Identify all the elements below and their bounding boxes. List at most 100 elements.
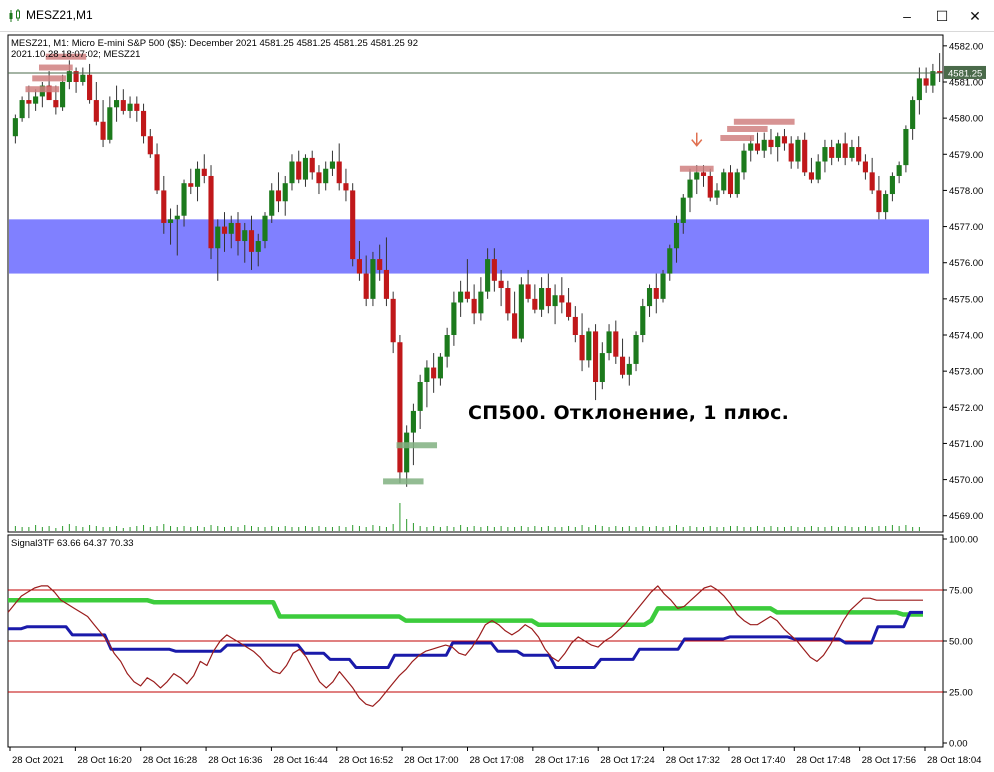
level-marker [396,442,438,449]
current-price-label: 4581.25 [948,68,982,79]
chart-header-symbol: MESZ21, M1: Micro E-mini S&P 500 ($5): D… [11,38,418,49]
candle-body [532,298,538,310]
candle-body [424,367,430,382]
candle-body [316,172,322,184]
minimize-button[interactable]: – [890,0,924,32]
price-axis-label: 4569.00 [949,511,983,522]
candle-body [775,136,781,148]
candle-body [856,147,862,162]
candle-body [754,143,761,151]
candle-body [370,259,376,299]
candle-body [471,298,477,314]
candle-body [356,259,363,274]
close-button[interactable]: ✕ [958,0,992,32]
price-chart-pane[interactable]: MESZ21, M1: Micro E-mini S&P 500 ($5): D… [7,34,986,533]
price-axis-label: 4580.00 [949,114,983,125]
maximize-button[interactable]: ☐ [925,0,959,32]
candle-body [302,157,309,180]
candle-body [181,183,187,216]
candle-body [505,288,511,314]
candle-body [910,100,916,129]
candle-body [916,78,922,101]
candle-body [883,194,889,213]
candle-body [525,284,531,299]
time-axis-label: 28 Oct 17:40 [731,755,785,766]
candle-body [579,335,585,361]
candle-body [869,172,875,191]
price-axis-label: 4572.00 [949,403,983,414]
annotation-text: СП500. Отклонение, 1 плюс. [468,402,790,424]
window-titlebar: MESZ21,M1 – ☐ ✕ [0,0,994,32]
candle-body [781,136,788,144]
time-axis-label: 28 Oct 18:04 [927,755,981,766]
candle-body [633,335,639,364]
candle-body [572,316,578,336]
candle-body [687,179,693,198]
level-marker [32,75,66,82]
candle-body [646,288,653,307]
candle-body [336,161,342,184]
candle-body [215,226,221,249]
level-marker [679,165,714,172]
candle-body [343,183,349,191]
candle-body [923,78,929,86]
candle [721,168,727,195]
candle-body [174,215,180,220]
candle-body [235,222,241,242]
candle-body [592,331,599,382]
candle-body [417,381,423,411]
candle-body [552,295,558,307]
indicator-pane[interactable]: Signal3TF 63.66 64.37 70.33 100.00 75.00 50… [7,534,978,750]
level-marker [25,86,60,93]
candle-body [80,74,86,82]
candle-body [383,269,389,299]
candle-body [262,215,268,242]
time-axis-label: 28 Oct 16:28 [143,755,197,766]
candle-body [93,100,99,122]
candle-body [653,288,659,299]
candle-body [167,219,174,223]
candle-body [619,356,626,375]
candle-body [323,168,329,184]
indicator-header: Signal3TF 63.66 64.37 70.33 [11,538,134,549]
candle-body [194,168,201,187]
candle-body [188,183,194,187]
support-zone [9,219,929,274]
candle-body [741,150,747,173]
price-axis-label: 4577.00 [949,222,983,233]
level-marker [733,118,795,125]
candle-body [275,190,282,202]
price-axis-label: 4578.00 [949,186,983,197]
candle [350,183,356,267]
candle-body [404,432,410,473]
candle-body [700,172,707,176]
indicator-axis-label: 75.00 [949,586,973,597]
candle-body [829,147,835,158]
candle-body [444,335,450,357]
candle-body [147,136,153,155]
candle-body [566,302,572,317]
candle-body [842,143,848,158]
time-axis-label: 28 Oct 17:08 [470,755,524,766]
window-title: MESZ21,M1 [26,8,93,22]
candle-body [694,172,700,180]
candle-body [808,172,815,180]
indicator-axis-label: 0.00 [949,739,968,750]
candle-body [431,367,437,379]
candle-body [889,175,895,195]
candle-body [309,157,315,173]
candle-body [761,139,767,151]
time-axis-label: 28 Oct 17:56 [862,755,916,766]
candle-body [849,147,855,158]
time-axis-label: 28 Oct 17:00 [404,755,458,766]
candle-body [107,107,113,140]
candle [370,251,376,307]
candle-body [903,128,909,166]
indicator-axis-label: 25.00 [949,688,973,699]
candle-body [255,241,261,252]
candle-body [242,230,248,242]
level-marker [720,135,755,142]
candle-body [350,190,356,260]
candle [397,335,403,484]
level-marker [727,125,768,132]
